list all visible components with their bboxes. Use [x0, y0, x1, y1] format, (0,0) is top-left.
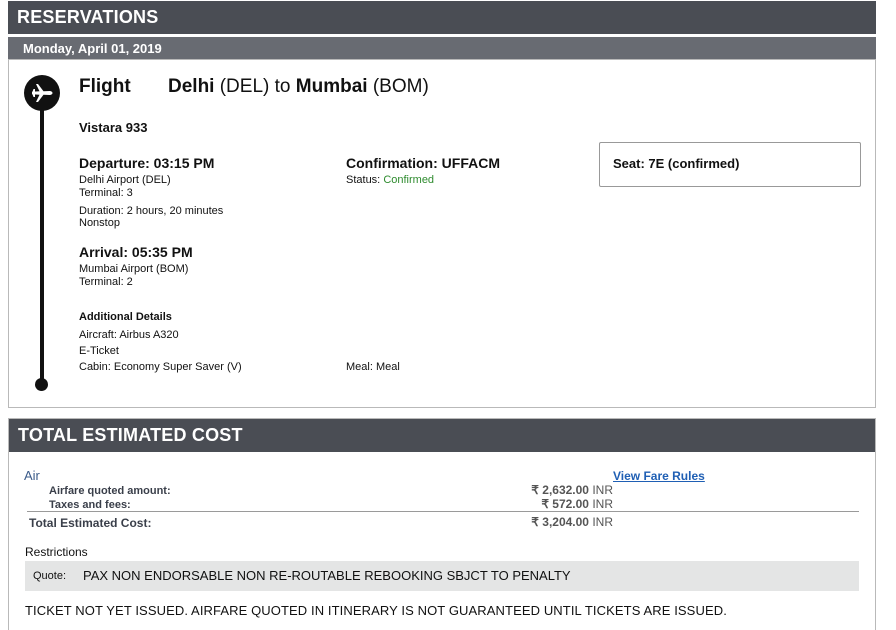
- origin-city: Delhi: [168, 76, 215, 97]
- taxes-amount: ₹ 572.00 INR: [489, 497, 613, 511]
- total-cost-amount: ₹ 3,204.00 INR: [489, 515, 613, 529]
- quote-text: PAX NON ENDORSABLE NON RE-ROUTABLE REBOO…: [83, 568, 571, 583]
- arrival-terminal: Terminal: 2: [79, 276, 133, 288]
- origin-code: (DEL): [219, 76, 270, 97]
- airfare-value: ₹ 2,632.00: [531, 483, 589, 497]
- airfare-amount: ₹ 2,632.00 INR: [489, 483, 613, 497]
- cabin-class: Cabin: Economy Super Saver (V): [79, 361, 242, 373]
- reservations-panel: RESERVATIONS: [8, 1, 876, 36]
- departure-terminal: Terminal: 3: [79, 187, 133, 199]
- departure-airport: Delhi Airport (DEL): [79, 174, 171, 186]
- seat-box: Seat: 7E (confirmed): [599, 142, 861, 187]
- timeline-line: [40, 90, 44, 382]
- total-cost-value: ₹ 3,204.00: [531, 515, 589, 529]
- aircraft-type: Aircraft: Airbus A320: [79, 329, 179, 341]
- status-label: Status:: [346, 174, 381, 186]
- restrictions-heading: Restrictions: [25, 545, 88, 559]
- quote-bar: Quote: PAX NON ENDORSABLE NON RE-ROUTABL…: [25, 561, 859, 591]
- status-value: Confirmed: [383, 174, 435, 186]
- taxes-value: ₹ 572.00: [541, 497, 589, 511]
- quote-label: Quote:: [33, 570, 67, 582]
- flight-label: Flight: [79, 76, 131, 97]
- airfare-currency: INR: [592, 483, 613, 497]
- taxes-label: Taxes and fees:: [49, 499, 131, 511]
- cost-title: TOTAL ESTIMATED COST: [9, 419, 875, 452]
- airline-flight-number: Vistara 933: [79, 120, 148, 135]
- seat-assignment: Seat: 7E (confirmed): [613, 156, 740, 171]
- timeline-end-dot: [35, 378, 48, 391]
- reservations-title: RESERVATIONS: [8, 1, 876, 34]
- cost-divider: [27, 511, 859, 512]
- total-cost-label: Total Estimated Cost:: [29, 516, 152, 530]
- confirmation-number: Confirmation: UFFACM: [346, 155, 500, 171]
- total-cost-currency: INR: [592, 515, 613, 529]
- taxes-currency: INR: [592, 497, 613, 511]
- arrival-time: Arrival: 05:35 PM: [79, 244, 193, 260]
- flight-route: Delhi (DEL) to Mumbai (BOM): [168, 76, 429, 98]
- air-section-label: Air: [24, 468, 40, 483]
- meal-info: Meal: Meal: [346, 361, 400, 373]
- reservation-date: Monday, April 01, 2019: [8, 37, 876, 59]
- departure-time: Departure: 03:15 PM: [79, 155, 215, 171]
- cost-panel: TOTAL ESTIMATED COST Air View Fare Rules…: [8, 418, 876, 630]
- ticket-notice: TICKET NOT YET ISSUED. AIRFARE QUOTED IN…: [25, 603, 727, 618]
- additional-details-heading: Additional Details: [79, 311, 172, 323]
- ticket-type: E-Ticket: [79, 345, 119, 357]
- route-to: to: [274, 76, 291, 97]
- destination-city: Mumbai: [295, 76, 368, 97]
- flight-card: Flight Delhi (DEL) to Mumbai (BOM) Vista…: [8, 59, 876, 408]
- view-fare-rules-link[interactable]: View Fare Rules: [613, 469, 705, 483]
- flight-stops: Nonstop: [79, 217, 120, 229]
- booking-status: Status: Confirmed: [346, 174, 434, 187]
- airfare-label: Airfare quoted amount:: [49, 485, 171, 497]
- destination-code: (BOM): [372, 76, 429, 97]
- airplane-icon: [24, 75, 60, 111]
- arrival-airport: Mumbai Airport (BOM): [79, 263, 189, 275]
